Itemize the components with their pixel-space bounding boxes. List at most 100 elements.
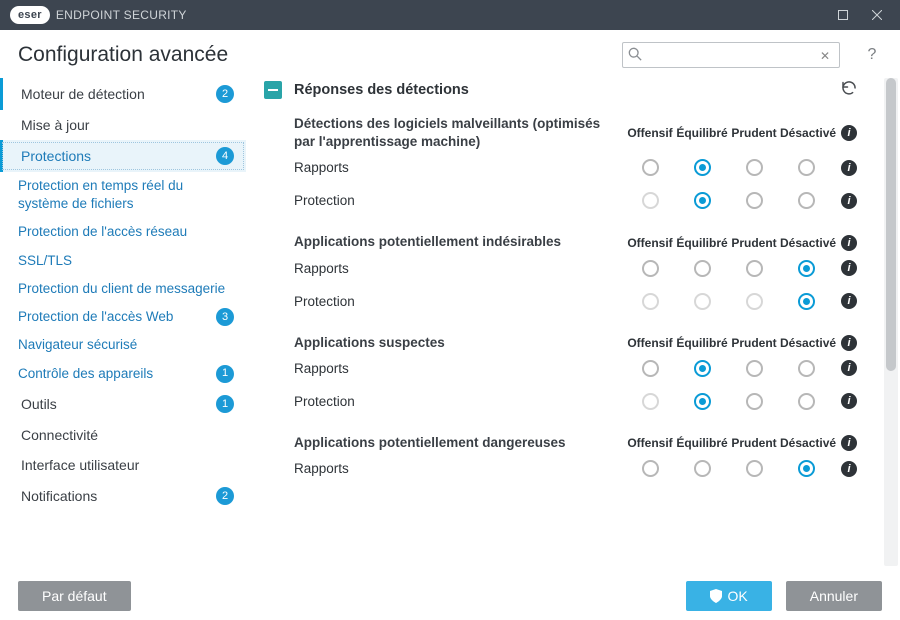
clear-search-icon[interactable] xyxy=(820,47,834,61)
radio-option[interactable] xyxy=(746,460,763,477)
collapse-toggle[interactable] xyxy=(264,81,282,99)
radio-option[interactable] xyxy=(746,159,763,176)
radio-option[interactable] xyxy=(642,159,659,176)
scrollbar[interactable] xyxy=(884,78,898,566)
sidebar-item-label: Protection en temps réel du système de f… xyxy=(18,177,234,213)
radio-option[interactable] xyxy=(694,159,711,176)
window-close-button[interactable] xyxy=(860,0,894,30)
radio-option[interactable] xyxy=(798,393,815,410)
radio-option[interactable] xyxy=(694,393,711,410)
sidebar-item-conn[interactable]: Connectivité xyxy=(0,420,246,450)
group-title: Applications potentiellement indésirable… xyxy=(294,233,624,251)
row-label: Protection xyxy=(294,193,624,208)
sidebar-item-label: Protections xyxy=(21,148,208,164)
sidebar-subitem-rtfs[interactable]: Protection en temps réel du système de f… xyxy=(0,172,246,218)
sidebar-item-label: Connectivité xyxy=(21,427,234,443)
column-header: Équilibré xyxy=(676,436,728,450)
count-badge: 4 xyxy=(216,147,234,165)
radio-option[interactable] xyxy=(694,192,711,209)
sidebar-subitem-ssl[interactable]: SSL/TLS xyxy=(0,247,246,275)
radio-option[interactable] xyxy=(694,360,711,377)
sidebar-subitem-browser[interactable]: Navigateur sécurisé xyxy=(0,331,246,359)
row-label: Rapports xyxy=(294,261,624,276)
ok-button[interactable]: OK xyxy=(686,581,772,611)
sidebar-item-engine[interactable]: Moteur de détection2 xyxy=(0,78,246,110)
cancel-button[interactable]: Annuler xyxy=(786,581,882,611)
help-button[interactable]: ? xyxy=(862,46,882,64)
sidebar-item-update[interactable]: Mise à jour xyxy=(0,110,246,140)
radio-option[interactable] xyxy=(642,260,659,277)
column-header: Offensif xyxy=(624,436,676,450)
radio-option[interactable] xyxy=(694,460,711,477)
sidebar-subitem-mail[interactable]: Protection du client de messagerie xyxy=(0,275,246,303)
info-icon[interactable]: i xyxy=(841,335,857,351)
radio-option[interactable] xyxy=(798,260,815,277)
column-header: Équilibré xyxy=(676,236,728,250)
info-icon[interactable]: i xyxy=(841,293,857,309)
settings-group: Applications potentiellement indésirable… xyxy=(264,231,878,331)
column-header: Prudent xyxy=(728,126,780,140)
info-icon[interactable]: i xyxy=(841,160,857,176)
window-maximize-button[interactable] xyxy=(826,0,860,30)
default-button[interactable]: Par défaut xyxy=(18,581,131,611)
sidebar: Moteur de détection2Mise à jourProtectio… xyxy=(0,72,246,572)
sidebar-subitem-devices[interactable]: Contrôle des appareils1 xyxy=(0,360,246,388)
column-header: Prudent xyxy=(728,336,780,350)
page-title: Configuration avancée xyxy=(18,43,228,67)
brand: eser ENDPOINT SECURITY xyxy=(10,6,187,24)
info-icon[interactable]: i xyxy=(841,435,857,451)
group-title: Détections des logiciels malveillants (o… xyxy=(294,115,624,151)
info-icon[interactable]: i xyxy=(841,360,857,376)
settings-group: Applications suspectesOffensifÉquilibréP… xyxy=(264,332,878,432)
sidebar-item-label: Protection du client de messagerie xyxy=(18,280,234,298)
product-name: ENDPOINT SECURITY xyxy=(56,8,187,22)
sidebar-item-ui[interactable]: Interface utilisateur xyxy=(0,450,246,480)
radio-option[interactable] xyxy=(746,360,763,377)
radio-option[interactable] xyxy=(798,293,815,310)
sidebar-subitem-web[interactable]: Protection de l'accès Web 3 xyxy=(0,303,246,331)
sidebar-subitem-net[interactable]: Protection de l'accès réseau xyxy=(0,218,246,246)
radio-option[interactable] xyxy=(642,460,659,477)
sidebar-item-label: Contrôle des appareils xyxy=(18,365,208,383)
setting-row: Protection i xyxy=(294,184,878,217)
revert-button[interactable] xyxy=(840,78,858,101)
radio-option[interactable] xyxy=(746,192,763,209)
info-icon[interactable]: i xyxy=(841,461,857,477)
info-icon[interactable]: i xyxy=(841,393,857,409)
column-header: Offensif xyxy=(624,126,676,140)
radio-option[interactable] xyxy=(798,460,815,477)
info-icon[interactable]: i xyxy=(841,193,857,209)
radio-option[interactable] xyxy=(798,360,815,377)
search-field[interactable] xyxy=(622,42,840,68)
footer: Par défaut OK Annuler xyxy=(0,572,900,620)
sidebar-item-tools[interactable]: Outils1 xyxy=(0,388,246,420)
sidebar-item-protections[interactable]: Protections 4 xyxy=(0,140,246,172)
search-input[interactable] xyxy=(622,42,840,68)
count-badge: 3 xyxy=(216,308,234,326)
sidebar-item-label: Protection de l'accès réseau xyxy=(18,223,234,241)
info-icon[interactable]: i xyxy=(841,125,857,141)
radio-option[interactable] xyxy=(798,192,815,209)
setting-row: Rapportsi xyxy=(294,352,878,385)
radio-option[interactable] xyxy=(798,159,815,176)
radio-option[interactable] xyxy=(642,360,659,377)
scroll-thumb[interactable] xyxy=(886,78,896,371)
sidebar-item-label: Protection de l'accès Web xyxy=(18,308,208,326)
count-badge: 2 xyxy=(216,487,234,505)
radio-option[interactable] xyxy=(746,260,763,277)
sidebar-item-label: Mise à jour xyxy=(21,117,234,133)
sidebar-item-notif[interactable]: Notifications2 xyxy=(0,480,246,512)
sidebar-item-label: Moteur de détection xyxy=(21,86,208,102)
group-title: Applications potentiellement dangereuses xyxy=(294,434,624,452)
info-icon[interactable]: i xyxy=(841,235,857,251)
radio-option xyxy=(642,393,659,410)
section-title: Réponses des détections xyxy=(294,82,469,98)
radio-option[interactable] xyxy=(746,393,763,410)
row-label: Rapports xyxy=(294,461,624,476)
group-title: Applications suspectes xyxy=(294,334,624,352)
column-header: Prudent xyxy=(728,436,780,450)
radio-option[interactable] xyxy=(694,260,711,277)
column-header: Désactivé xyxy=(780,236,832,250)
column-header: Équilibré xyxy=(676,336,728,350)
info-icon[interactable]: i xyxy=(841,260,857,276)
